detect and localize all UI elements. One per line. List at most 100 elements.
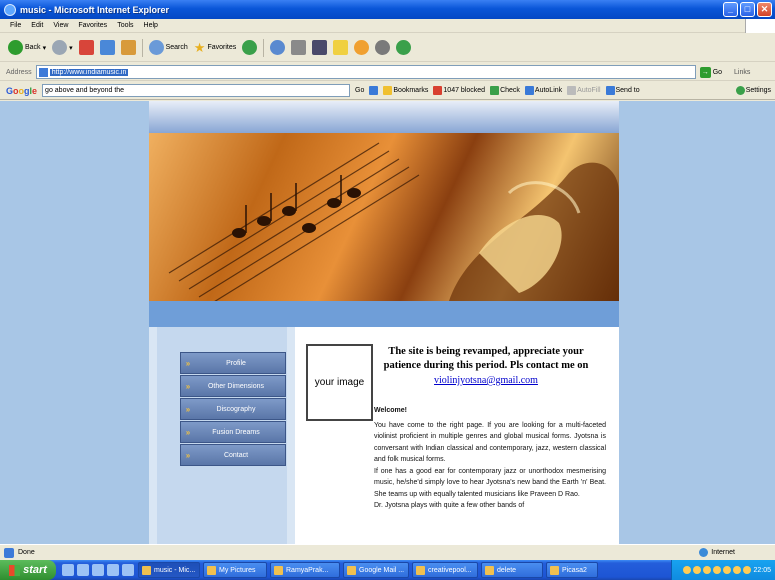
print-icon[interactable] — [291, 40, 307, 55]
chevron-right-icon: » — [185, 381, 191, 391]
google-go-button[interactable]: Go — [355, 87, 364, 94]
page-header-band — [149, 101, 619, 133]
links-button[interactable]: Links — [734, 69, 750, 76]
stop-icon[interactable] — [78, 40, 94, 55]
quicklaunch-icon[interactable] — [92, 564, 104, 576]
settings-button[interactable]: Settings — [735, 86, 771, 95]
favorites-button[interactable]: ★ Favorites — [194, 40, 236, 56]
windows-flag-icon — [9, 564, 21, 576]
nav-contact[interactable]: » Contact — [180, 444, 286, 466]
browser-viewport[interactable]: » Profile » Other Dimensions » Discography … — [0, 101, 775, 544]
address-input[interactable]: http://www.indiamusic.in — [35, 65, 696, 79]
task-picasa[interactable]: Picasa2 — [546, 562, 598, 578]
block-icon — [433, 86, 443, 95]
menu-help[interactable]: Help — [144, 22, 158, 29]
clock[interactable]: 22:05 — [753, 567, 771, 574]
sendto-button[interactable]: Send to — [605, 86, 640, 95]
forward-arrow-icon — [52, 40, 68, 55]
history-icon[interactable] — [242, 40, 258, 55]
pagerank-icon[interactable] — [369, 86, 379, 95]
address-label: Address — [6, 68, 32, 76]
folder-icon — [485, 565, 494, 575]
check-icon — [490, 86, 500, 95]
ie-icon — [416, 565, 425, 575]
tray-icon[interactable] — [713, 566, 722, 574]
minimize-button[interactable]: _ — [723, 2, 738, 17]
spellcheck-button[interactable]: Check — [490, 86, 520, 95]
taskbar: start music - Mic... My Pictures RamyaPr… — [0, 560, 775, 580]
back-arrow-icon — [8, 40, 23, 55]
maximize-button[interactable]: □ — [740, 2, 755, 17]
address-bar: Address http://www.indiamusic.in → Go Li… — [0, 64, 775, 81]
discuss-icon[interactable] — [333, 40, 349, 55]
messenger-icon[interactable] — [354, 40, 370, 55]
nav-other-dimensions[interactable]: » Other Dimensions — [180, 375, 286, 397]
task-delete[interactable]: delete — [481, 562, 543, 578]
windows-logo — [745, 19, 775, 33]
tray-icon[interactable] — [703, 566, 712, 574]
system-tray: 22:05 — [671, 560, 775, 580]
menu-file[interactable]: File — [10, 22, 21, 29]
status-text: Done — [18, 549, 35, 556]
globe-icon — [699, 548, 709, 557]
menu-view[interactable]: View — [53, 22, 68, 29]
menu-edit[interactable]: Edit — [31, 22, 43, 29]
quicklaunch-icon[interactable] — [107, 564, 119, 576]
standard-toolbar: Back ▾ ▾ Search ★ Favorites — [0, 34, 775, 62]
task-music[interactable]: music - Mic... — [138, 562, 200, 578]
quicklaunch-icon[interactable] — [62, 564, 74, 576]
banner-bottom-band — [149, 301, 619, 327]
ie-icon — [347, 565, 356, 575]
address-url: http://www.indiamusic.in — [49, 68, 129, 76]
contact-email-link[interactable]: violinjyotsna@gmail.com — [382, 375, 590, 386]
tray-icon[interactable] — [733, 566, 742, 574]
task-ramyaprak[interactable]: RamyaPrak... — [270, 562, 340, 578]
quicklaunch-icon[interactable] — [77, 564, 89, 576]
search-button[interactable]: Search — [148, 40, 188, 55]
task-creativepool[interactable]: creativepool... — [412, 562, 478, 578]
back-button[interactable]: Back ▾ — [8, 40, 46, 55]
bookmark-star-icon — [383, 86, 393, 95]
forward-button[interactable]: ▾ — [52, 40, 73, 55]
nav-fusion-dreams[interactable]: » Fusion Dreams — [180, 421, 286, 443]
chevron-right-icon: » — [185, 404, 191, 414]
tray-icon[interactable] — [693, 566, 702, 574]
mail-icon[interactable] — [270, 40, 286, 55]
google-logo[interactable]: Google — [6, 86, 37, 96]
window-title: music - Microsoft Internet Explorer — [20, 4, 170, 15]
notice-headline: The site is being revamped, appreciate y… — [383, 346, 589, 371]
tray-icon[interactable] — [683, 566, 692, 574]
nav-discography[interactable]: » Discography — [180, 398, 286, 420]
site-navigation: » Profile » Other Dimensions » Discography … — [180, 352, 286, 467]
ie-icon — [4, 3, 16, 16]
autolink-button[interactable]: AutoLink — [524, 86, 562, 95]
menu-favorites[interactable]: Favorites — [78, 22, 107, 29]
autofill-button[interactable]: AutoFill — [567, 86, 601, 95]
close-button[interactable]: ✕ — [757, 2, 772, 17]
menu-bar: File Edit View Favorites Tools Help — [0, 19, 775, 33]
task-my-pictures[interactable]: My Pictures — [203, 562, 267, 578]
menu-tools[interactable]: Tools — [117, 22, 133, 29]
google-search-input[interactable]: go above and beyond the — [42, 84, 351, 97]
go-arrow-icon: → — [699, 66, 711, 78]
refresh-icon[interactable] — [99, 40, 115, 55]
tray-icon[interactable] — [723, 566, 732, 574]
task-google-mail[interactable]: Google Mail ... — [343, 562, 409, 578]
home-icon[interactable] — [120, 40, 136, 55]
msn-icon[interactable] — [396, 40, 412, 55]
edit-icon[interactable] — [312, 40, 328, 55]
popup-blocker[interactable]: 1047 blocked — [433, 86, 485, 95]
nav-profile[interactable]: » Profile — [180, 352, 286, 374]
page-icon — [38, 67, 48, 77]
bookmarks-button[interactable]: Bookmarks — [383, 86, 428, 95]
star-icon: ★ — [193, 39, 206, 55]
welcome-content: Welcome! You have come to the right page… — [374, 405, 606, 512]
go-button[interactable]: → Go — [699, 66, 722, 78]
start-button[interactable]: start — [0, 560, 56, 580]
status-bar: Done Internet — [0, 544, 775, 560]
research-icon[interactable] — [375, 40, 391, 55]
quicklaunch-icon[interactable] — [122, 564, 134, 576]
window-controls: _ □ ✕ — [723, 2, 772, 17]
tray-icon[interactable] — [743, 566, 752, 574]
page-done-icon — [4, 547, 14, 558]
